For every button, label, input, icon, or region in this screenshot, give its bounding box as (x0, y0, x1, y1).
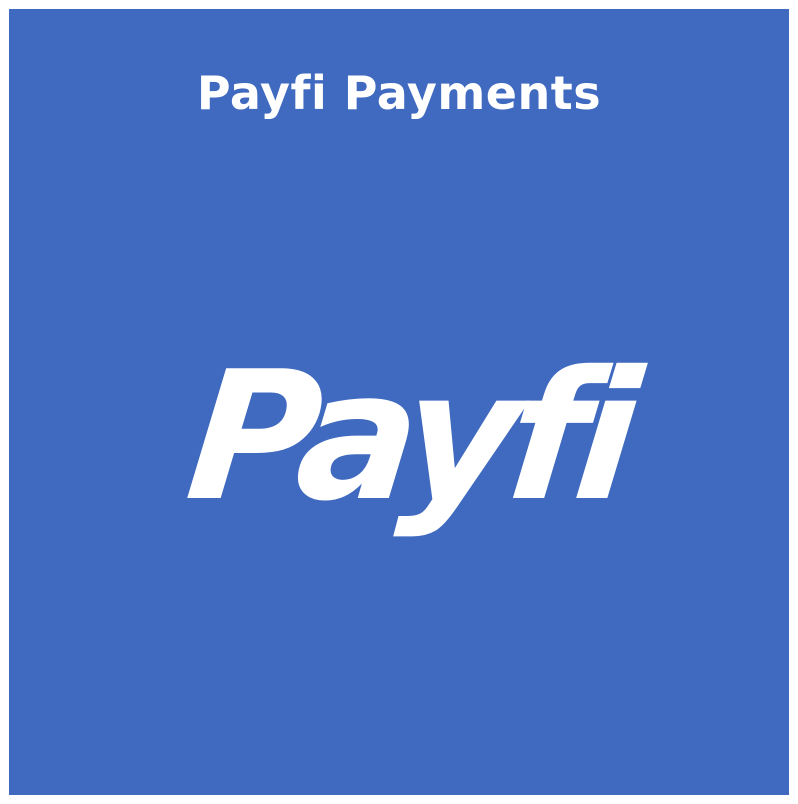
brand-logo: Payfi (179, 327, 639, 547)
app-card: Payfi Payments Payfi (9, 9, 789, 795)
page-title: Payfi Payments (196, 66, 602, 120)
logo-wordmark: Payfi (179, 333, 640, 540)
